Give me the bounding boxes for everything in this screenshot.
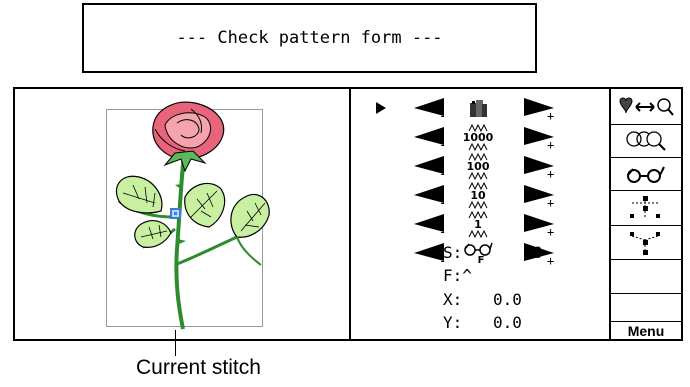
swap-view-zoom-icon <box>619 97 674 116</box>
stitch-tree-alt-button[interactable] <box>611 226 681 260</box>
x-readout: X: 0.0 <box>443 290 522 309</box>
current-stitch-marker <box>170 208 181 219</box>
plus-symbol: + <box>547 254 555 268</box>
s-label: S: <box>443 243 463 262</box>
menu-label: Menu <box>627 322 665 339</box>
glasses-view-button[interactable] <box>611 158 681 191</box>
step-controls: - + 1000 - + 100 - + 10 - + 1 - + F - + … <box>351 89 609 339</box>
x-label: X: <box>443 290 463 309</box>
step-label: 100 <box>466 159 490 173</box>
s-value: 0 <box>533 243 543 262</box>
f-value: ^ <box>462 266 472 285</box>
page-title-box: --- Check pattern form --- <box>82 3 537 73</box>
stitch-tree-icon <box>630 196 660 218</box>
f-label: F: <box>443 266 463 285</box>
zoom-out-button[interactable] <box>611 125 681 158</box>
step-label: 1 <box>474 217 482 231</box>
right-toolbar: Menu <box>609 89 681 339</box>
stitch-tree-button[interactable] <box>611 191 681 226</box>
rose-pattern-image <box>115 101 270 330</box>
function-label: F <box>477 255 485 266</box>
step-label: 10 <box>470 188 486 202</box>
step-label: 1000 <box>462 130 494 144</box>
function-readout: F:^ <box>443 266 472 285</box>
empty-button-2 <box>611 294 681 322</box>
page-title: --- Check pattern form --- <box>176 28 443 48</box>
current-stitch-caption: Current stitch <box>136 356 261 379</box>
caption-pointer-line <box>175 330 176 356</box>
y-readout: Y: 0.0 <box>443 313 522 332</box>
stitch-count-readout: S: 0 <box>443 243 543 262</box>
empty-button-1 <box>611 260 681 294</box>
x-value: 0.0 <box>493 290 522 309</box>
y-label: Y: <box>443 313 463 332</box>
swap-view-zoom-button[interactable] <box>611 89 681 125</box>
glasses-icon <box>626 166 665 183</box>
step-row-function: F - + <box>351 236 609 270</box>
pattern-preview <box>15 89 349 339</box>
y-value: 0.0 <box>493 313 522 332</box>
zoom-out-icon <box>626 131 666 151</box>
menu-button[interactable]: Menu <box>611 322 681 339</box>
check-pattern-panel: - + 1000 - + 100 - + 10 - + 1 - + F - + … <box>13 87 683 341</box>
stitch-tree-alt-icon <box>630 231 660 255</box>
